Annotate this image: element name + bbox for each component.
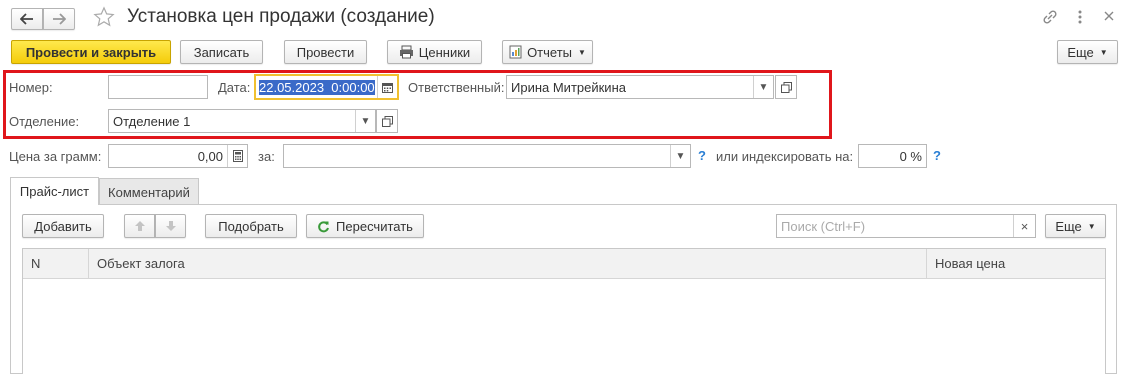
department-field[interactable]: Отделение 1 ▼: [108, 109, 376, 133]
date-label: Дата:: [218, 80, 251, 95]
price-per-gram-input[interactable]: 0,00: [108, 144, 248, 168]
arrow-left-icon: [20, 13, 33, 25]
reports-button[interactable]: Отчеты ▼: [502, 40, 593, 64]
more-label: Еще: [1055, 218, 1082, 234]
arrow-up-icon: [134, 221, 145, 231]
more-vert-icon[interactable]: [1076, 9, 1084, 25]
calendar-icon[interactable]: [377, 76, 397, 98]
price-tags-label: Ценники: [418, 44, 471, 60]
date-input[interactable]: 22.05.2023 0:00:00: [254, 74, 399, 100]
for-field[interactable]: ▼: [283, 144, 691, 168]
move-up-button[interactable]: [124, 214, 155, 238]
page-title: Установка цен продажи (создание): [127, 6, 435, 27]
number-label: Номер:: [9, 80, 53, 95]
table-header: N Объект залога Новая цена: [23, 249, 1105, 279]
dropdown-arrow-icon: ▼: [578, 47, 586, 57]
printer-icon: [399, 45, 413, 59]
price-per-gram-label: Цена за грамм:: [9, 149, 102, 164]
column-header-object[interactable]: Объект залога: [89, 249, 927, 278]
back-button[interactable]: [11, 8, 43, 30]
department-label: Отделение:: [9, 114, 80, 129]
price-tags-button[interactable]: Ценники: [387, 40, 482, 64]
index-input[interactable]: 0 %: [858, 144, 927, 168]
dropdown-arrow-icon: ▼: [1099, 47, 1108, 57]
dropdown-arrow-icon[interactable]: ▼: [355, 110, 375, 132]
save-button[interactable]: Записать: [180, 40, 263, 64]
search-input[interactable]: Поиск (Ctrl+F) ×: [776, 214, 1036, 238]
table-more-button[interactable]: Еще ▼: [1045, 214, 1106, 238]
number-input[interactable]: [108, 75, 208, 99]
price-table[interactable]: N Объект залога Новая цена: [22, 248, 1106, 374]
responsible-field[interactable]: Ирина Митрейкина ▼: [506, 75, 774, 99]
open-window-icon: [780, 81, 792, 93]
reports-label: Отчеты: [527, 44, 572, 60]
move-down-button[interactable]: [155, 214, 186, 238]
index-label: или индексировать на:: [716, 149, 854, 164]
column-header-n[interactable]: N: [23, 249, 89, 278]
more-label: Еще: [1067, 44, 1094, 60]
refresh-icon: [318, 220, 330, 232]
column-header-new-price[interactable]: Новая цена: [927, 249, 1105, 278]
recalculate-button[interactable]: Пересчитать: [306, 214, 424, 238]
recalculate-label: Пересчитать: [336, 218, 413, 234]
responsible-label: Ответственный:: [408, 80, 505, 95]
link-icon[interactable]: [1041, 8, 1059, 26]
open-department-button[interactable]: [376, 109, 398, 133]
pick-button[interactable]: Подобрать: [205, 214, 297, 238]
forward-button[interactable]: [43, 8, 75, 30]
report-icon: [509, 45, 522, 59]
arrow-right-icon: [53, 13, 66, 25]
clear-search-icon[interactable]: ×: [1013, 215, 1035, 237]
help-icon[interactable]: ?: [933, 148, 941, 163]
tab-price-list[interactable]: Прайс-лист: [10, 177, 99, 205]
calculator-icon[interactable]: [227, 145, 247, 167]
favorite-star-icon[interactable]: [93, 6, 117, 30]
help-icon[interactable]: ?: [698, 148, 706, 163]
open-window-icon: [381, 115, 393, 127]
dropdown-arrow-icon[interactable]: ▼: [670, 145, 690, 167]
more-button[interactable]: Еще ▼: [1057, 40, 1118, 64]
dropdown-arrow-icon: ▼: [1087, 221, 1096, 231]
date-value: 22.05.2023 0:00:00: [259, 79, 375, 95]
arrow-down-icon: [165, 221, 176, 231]
post-and-close-button[interactable]: Провести и закрыть: [11, 40, 171, 64]
close-icon[interactable]: [1103, 10, 1117, 24]
open-responsible-button[interactable]: [775, 75, 797, 99]
tab-comment[interactable]: Комментарий: [99, 178, 199, 205]
post-button[interactable]: Провести: [284, 40, 367, 64]
dropdown-arrow-icon[interactable]: ▼: [753, 76, 773, 98]
add-button[interactable]: Добавить: [22, 214, 104, 238]
for-label: за:: [258, 149, 275, 164]
